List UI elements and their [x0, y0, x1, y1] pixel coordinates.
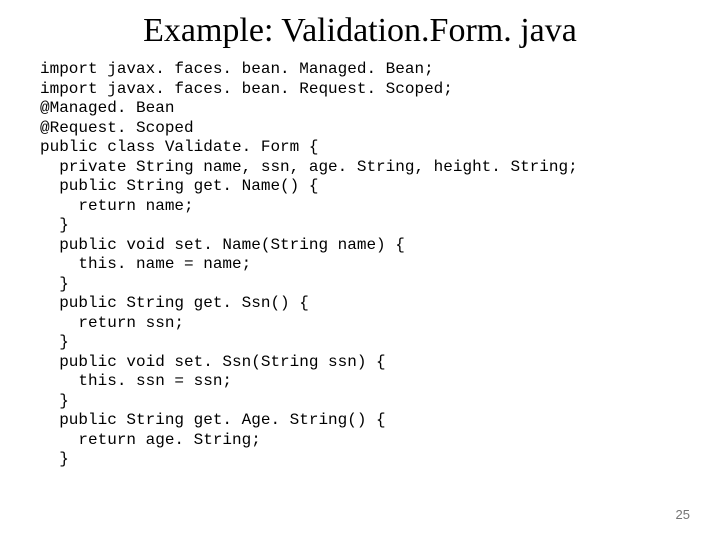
page-number: 25 — [676, 507, 690, 522]
slide: Example: Validation.Form. java import ja… — [0, 0, 720, 540]
slide-title: Example: Validation.Form. java — [40, 12, 680, 50]
code-block: import javax. faces. bean. Managed. Bean… — [40, 60, 680, 470]
